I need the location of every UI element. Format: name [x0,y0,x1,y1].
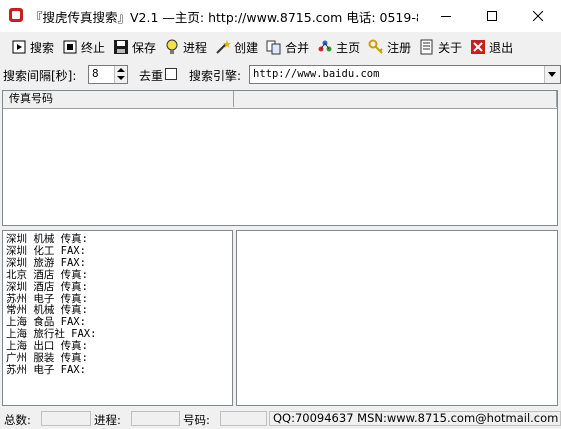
stop-icon [62,39,78,55]
dropdown-button[interactable] [544,66,560,83]
keyword-line[interactable]: 北京 酒店 传真: [6,269,232,282]
search-options: 搜索间隔[秒]: 8 去重 搜索引擎: http://www.baidu.com [0,63,561,87]
total-label: 总数: [4,413,31,427]
maximize-button[interactable] [469,0,515,32]
wand-icon [215,39,232,55]
number-value [220,411,267,426]
search-button[interactable]: 搜索 [7,34,58,60]
save-button[interactable]: 保存 [109,34,160,60]
create-button[interactable]: 创建 [211,34,262,60]
column-header-fax[interactable]: 传真号码 [3,91,234,107]
exit-button-label: 退出 [489,40,514,55]
merge-button[interactable]: 合并 [262,34,313,60]
status-bar: 总数: 进程: 号码: QQ:70094637 MSN:www.8715.com… [0,409,561,429]
spin-down-icon[interactable] [117,76,125,80]
merge-button-label: 合并 [285,40,310,55]
app-icon[interactable] [9,8,23,22]
results-header: 传真号码 [3,91,557,109]
process-button[interactable]: 进程 [160,34,211,60]
total-value [41,411,91,426]
floppy-disk-icon [113,39,129,55]
engine-select[interactable]: http://www.baidu.com [249,65,561,84]
create-button-label: 创建 [234,40,259,55]
keyword-line[interactable]: 深圳 酒店 传真: [6,281,232,294]
engine-label: 搜索引擎: [189,69,242,83]
number-label: 号码: [183,413,210,427]
title-bar: 『搜虎传真搜索』V2.1 —主页: http://www.8715.com 电话… [0,0,561,32]
process-button-label: 进程 [183,40,208,55]
home-icon [317,39,333,55]
register-button-label: 注册 [387,40,412,55]
log-pane[interactable] [236,230,558,406]
interval-value[interactable]: 8 [92,67,99,80]
progress-label: 进程: [94,413,121,427]
exit-icon [470,39,486,55]
spinner-arrows[interactable] [114,66,127,83]
spin-up-icon[interactable] [117,68,125,72]
minimize-button[interactable] [423,0,469,32]
register-button[interactable]: 注册 [364,34,415,60]
interval-label: 搜索间隔[秒]: [3,69,77,83]
close-icon [533,11,543,21]
home-button[interactable]: 主页 [313,34,364,60]
keyword-line[interactable]: 深圳 旅游 FAX: [6,257,232,270]
contact-info: QQ:70094637 MSN:www.8715.com@hotmail.com [269,411,561,426]
merge-icon [266,39,282,55]
interval-spinner[interactable]: 8 [88,65,128,84]
lightbulb-icon [164,39,180,55]
about-button-label: 关于 [438,40,463,55]
close-button[interactable] [515,0,561,32]
key-icon [368,39,384,55]
keyword-line[interactable]: 苏州 电子 FAX: [6,364,232,377]
window-title: 『搜虎传真搜索』V2.1 —主页: http://www.8715.com 电话… [30,10,418,25]
stop-button-label: 终止 [81,40,106,55]
minimize-icon [441,16,451,17]
stop-button[interactable]: 终止 [58,34,109,60]
exit-button[interactable]: 退出 [466,34,517,60]
dedup-checkbox[interactable] [165,68,177,80]
results-list[interactable]: 传真号码 [2,90,558,226]
chevron-down-icon [548,72,556,77]
progress-value [131,411,180,426]
play-icon [11,39,27,55]
engine-value: http://www.baidu.com [253,68,380,80]
dedup-label: 去重 [139,69,164,83]
maximize-icon [487,11,497,21]
keywords-pane[interactable]: 深圳 机械 传真: 深圳 化工 FAX: 深圳 旅游 FAX: 北京 酒店 传真: 深圳… [2,230,233,406]
book-icon [419,39,435,55]
home-button-label: 主页 [336,40,361,55]
toolbar: 搜索 终止 保存 进程 创建 合并 主页 注册 关于 退出 [0,32,561,62]
column-header-extra[interactable] [234,91,557,107]
keyword-list[interactable]: 深圳 机械 传真: 深圳 化工 FAX: 深圳 旅游 FAX: 北京 酒店 传真: 深圳… [3,231,232,377]
save-button-label: 保存 [132,40,157,55]
search-button-label: 搜索 [30,40,55,55]
about-button[interactable]: 关于 [415,34,466,60]
